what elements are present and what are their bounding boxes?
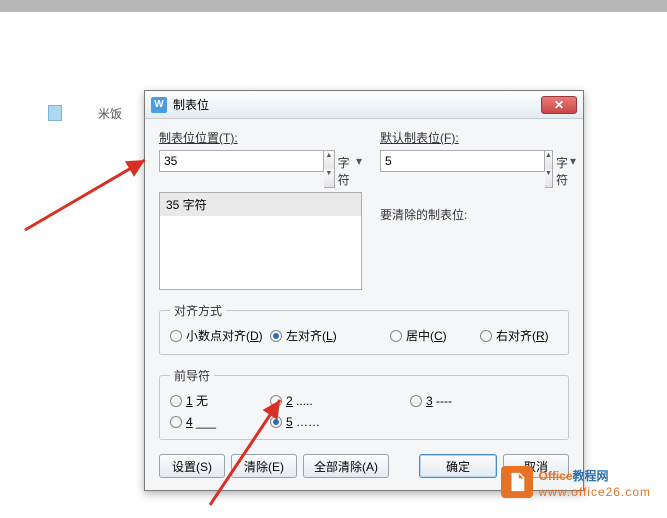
leader-1[interactable]: 1 无 (170, 392, 270, 409)
logo-rest: 教程网 (573, 469, 609, 483)
radio-icon (270, 395, 282, 407)
leader-5[interactable]: 5 …… (270, 415, 410, 429)
top-bar (0, 0, 667, 12)
radio-icon (390, 330, 402, 342)
close-icon: ✕ (554, 98, 564, 112)
radio-label: 5 …… (286, 415, 320, 429)
alignment-legend: 对齐方式 (170, 302, 226, 319)
unit-dropdown-icon[interactable]: ▾ (356, 150, 362, 188)
dialog-title: 制表位 (173, 96, 209, 113)
clear-button[interactable]: 清除(E) (231, 454, 297, 478)
doc-sample-text: 米饭 (98, 105, 122, 122)
radio-label: 2 ..... (286, 394, 313, 408)
alignment-fieldset: 对齐方式 小数点对齐(D) 左对齐(L) 居中(C) 右对齐(R) (159, 302, 569, 355)
default-tab-label: 默认制表位(F): (380, 129, 575, 146)
logo-icon (501, 466, 533, 498)
default-tab-unit: 字符 (553, 150, 570, 188)
radio-icon (270, 416, 282, 428)
close-button[interactable]: ✕ (541, 96, 577, 114)
radio-label: 4 ___ (186, 415, 216, 429)
leader-3[interactable]: 3 ---- (410, 394, 452, 408)
radio-label: 居中(C) (406, 327, 447, 344)
set-button[interactable]: 设置(S) (159, 454, 225, 478)
radio-label: 小数点对齐(D) (186, 327, 263, 344)
radio-icon (170, 330, 182, 342)
logo-url: www.office26.com (539, 485, 652, 499)
leader-fieldset: 前导符 1 无 2 ..... 3 ---- 4 ___ (159, 367, 569, 440)
radio-icon (410, 395, 422, 407)
radio-icon (170, 416, 182, 428)
logo-text: Office教程网 www.office26.com (539, 464, 652, 499)
radio-icon (270, 330, 282, 342)
leader-legend: 前导符 (170, 367, 214, 384)
radio-label: 右对齐(R) (496, 327, 549, 344)
radio-label: 1 无 (186, 392, 208, 409)
radio-label: 3 ---- (426, 394, 452, 408)
title-left: W 制表位 (151, 96, 209, 113)
radio-icon (170, 395, 182, 407)
default-tab-input[interactable] (380, 150, 545, 172)
radio-label: 左对齐(L) (286, 327, 337, 344)
radio-icon (480, 330, 492, 342)
to-clear-label: 要清除的制表位: (380, 206, 575, 223)
leader-2[interactable]: 2 ..... (270, 394, 410, 408)
ok-button[interactable]: 确定 (419, 454, 497, 478)
doc-icon (48, 105, 62, 121)
tabs-dialog: W 制表位 ✕ 制表位位置(T): ▲▼ 字符 ▾ 35 字符 默认制表位( (144, 90, 584, 491)
annotation-arrow-1 (20, 145, 160, 238)
dialog-body: 制表位位置(T): ▲▼ 字符 ▾ 35 字符 默认制表位(F): ▲▼ 字符 … (145, 119, 583, 490)
align-center[interactable]: 居中(C) (390, 327, 480, 344)
list-item[interactable]: 35 字符 (160, 193, 361, 216)
tab-position-label: 制表位位置(T): (159, 129, 362, 146)
title-bar: W 制表位 ✕ (145, 91, 583, 119)
site-logo: Office教程网 www.office26.com (501, 464, 652, 499)
default-tab-spinner[interactable]: ▲▼ (545, 150, 553, 188)
app-icon: W (151, 97, 167, 113)
leader-4[interactable]: 4 ___ (170, 415, 270, 429)
clear-all-button[interactable]: 全部清除(A) (303, 454, 389, 478)
tab-position-list[interactable]: 35 字符 (159, 192, 362, 290)
align-left[interactable]: 左对齐(L) (270, 327, 390, 344)
tab-position-spinner[interactable]: ▲▼ (324, 150, 335, 188)
logo-accent: Office (539, 469, 573, 483)
tab-position-input[interactable] (159, 150, 324, 172)
tab-position-unit: 字符 (335, 150, 356, 188)
align-right[interactable]: 右对齐(R) (480, 327, 549, 344)
unit-dropdown-icon[interactable]: ▾ (570, 150, 576, 188)
align-decimal[interactable]: 小数点对齐(D) (170, 327, 270, 344)
